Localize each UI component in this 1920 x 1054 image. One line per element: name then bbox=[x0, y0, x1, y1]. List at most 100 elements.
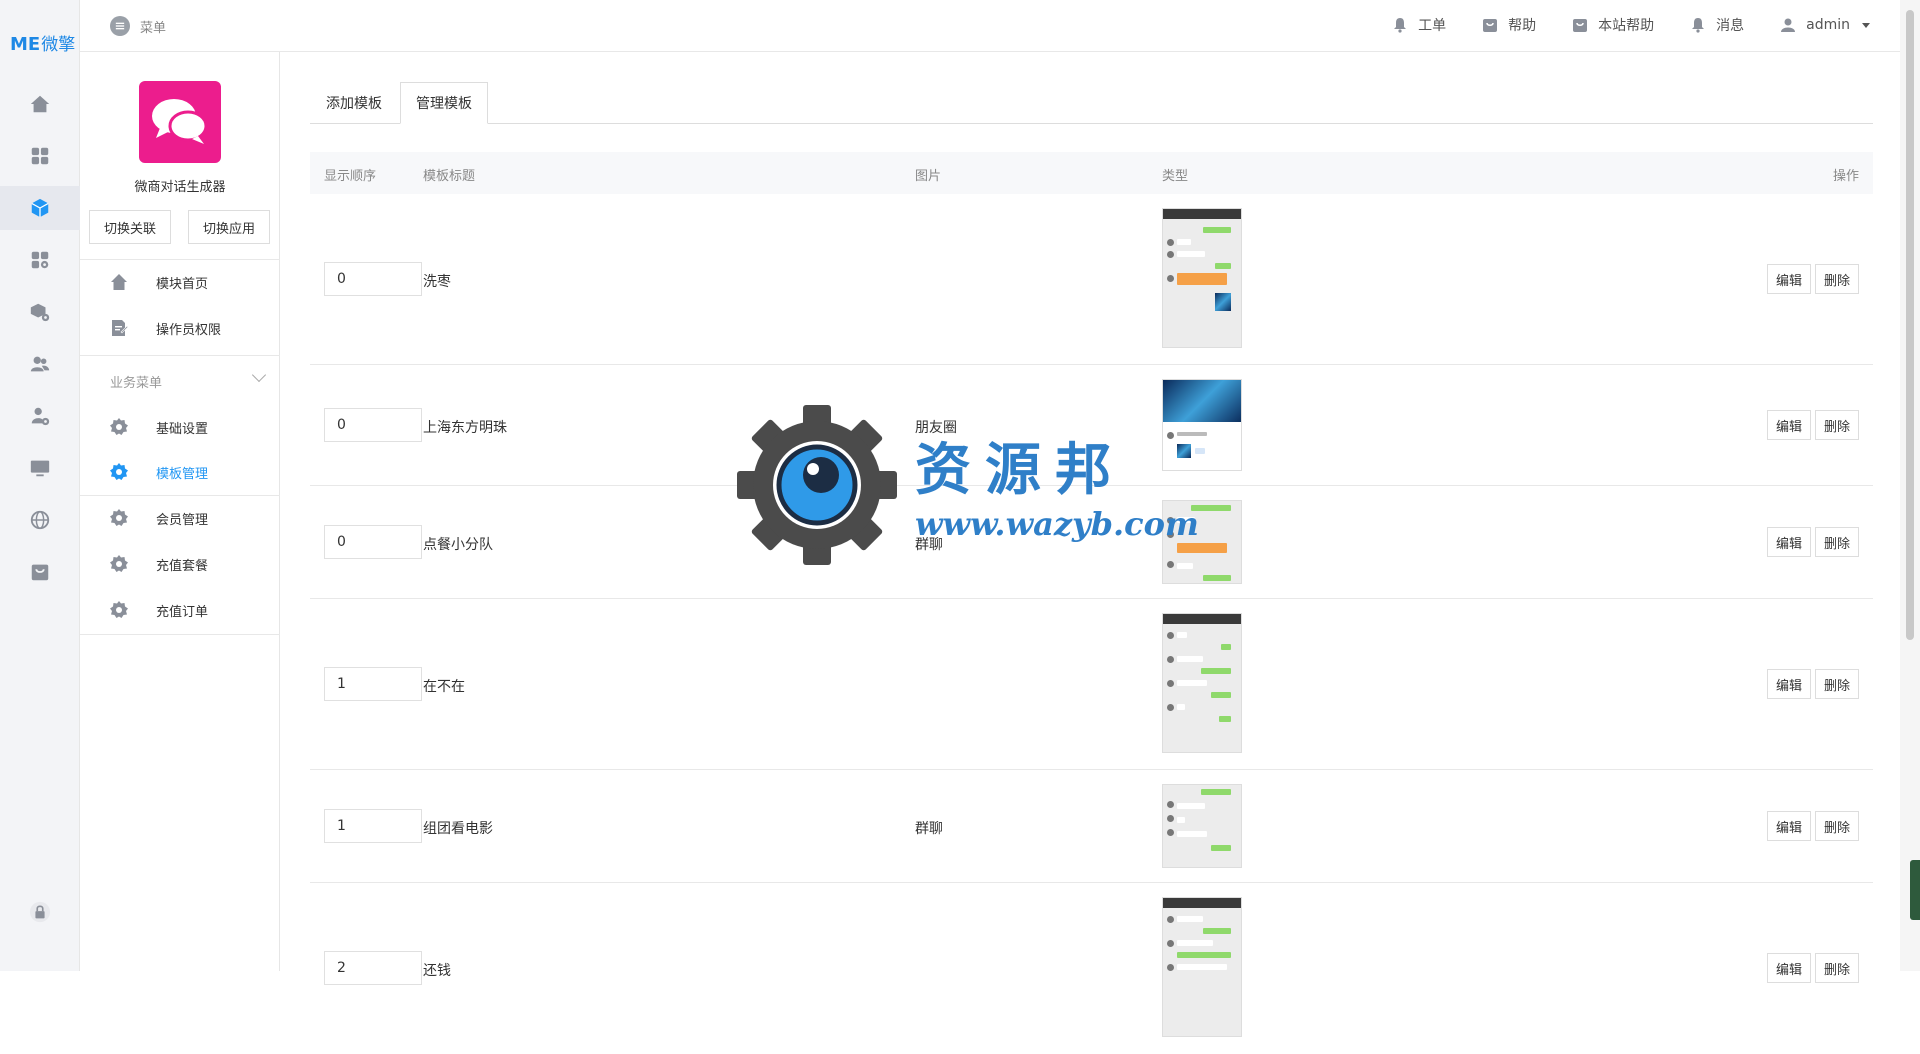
monitor-icon bbox=[30, 460, 50, 477]
rail-apps-grid-icon[interactable] bbox=[0, 134, 80, 178]
switch-app-button[interactable]: 切换应用 bbox=[188, 210, 270, 244]
sidebar-item-label: 会员管理 bbox=[156, 512, 209, 528]
scrollbar-thumb[interactable] bbox=[1906, 10, 1914, 640]
row-actions: 编辑 删除 bbox=[1767, 669, 1859, 699]
sidebar-item-label: 模板管理 bbox=[156, 466, 209, 482]
sidebar-item-template-management[interactable]: 模板管理 bbox=[80, 450, 280, 494]
globe-icon bbox=[30, 510, 50, 530]
sidebar-item-recharge-plans[interactable]: 充值套餐 bbox=[80, 542, 280, 586]
edit-button[interactable]: 编辑 bbox=[1767, 527, 1811, 557]
order-input[interactable]: 1 bbox=[324, 667, 422, 701]
switch-link-button[interactable]: 切换关联 bbox=[89, 210, 171, 244]
gear-icon bbox=[110, 418, 128, 435]
nav-user-menu[interactable]: admin bbox=[1780, 15, 1870, 35]
nav-messages-label: 消息 bbox=[1716, 18, 1745, 34]
delete-button[interactable]: 删除 bbox=[1815, 527, 1859, 557]
top-nav: 工单 帮助 本站帮助 消息 admin bbox=[1392, 15, 1870, 35]
chevron-down-icon[interactable] bbox=[251, 367, 267, 383]
nav-messages[interactable]: 消息 bbox=[1690, 15, 1744, 35]
template-thumbnail[interactable] bbox=[1162, 379, 1242, 471]
order-input[interactable]: 0 bbox=[324, 525, 422, 559]
delete-button[interactable]: 删除 bbox=[1815, 264, 1859, 294]
rail-box-settings-icon[interactable] bbox=[0, 290, 80, 334]
page-scrollbar[interactable] bbox=[1900, 0, 1920, 971]
gear-icon bbox=[110, 509, 128, 526]
lock-icon bbox=[29, 901, 51, 923]
edit-doc-icon bbox=[112, 320, 128, 336]
template-thumbnail[interactable] bbox=[1162, 897, 1242, 1037]
apps-grid-icon bbox=[31, 147, 49, 165]
divider bbox=[80, 355, 280, 356]
order-input[interactable]: 0 bbox=[324, 262, 422, 296]
app-name: 微商对话生成器 bbox=[134, 180, 226, 195]
bag-icon bbox=[31, 564, 49, 581]
delete-button[interactable]: 删除 bbox=[1815, 669, 1859, 699]
table-row: 0 点餐小分队 群聊 编辑 删除 bbox=[310, 486, 1873, 599]
column-header-actions: 操作 bbox=[1832, 169, 1859, 184]
app-icon bbox=[139, 81, 221, 163]
group-title: 业务菜单 bbox=[110, 376, 163, 391]
template-title: 上海东方明珠 bbox=[423, 420, 507, 436]
delete-button[interactable]: 删除 bbox=[1815, 410, 1859, 440]
template-title: 洗枣 bbox=[423, 274, 451, 290]
rail-home-icon[interactable] bbox=[0, 82, 80, 126]
column-header-title: 模板标题 bbox=[423, 169, 476, 184]
template-title: 在不在 bbox=[423, 679, 465, 695]
table-row: 1 组团看电影 群聊 编辑 删除 bbox=[310, 770, 1873, 883]
template-type: 群聊 bbox=[915, 537, 943, 553]
sidebar-item-module-home[interactable]: 模块首页 bbox=[80, 260, 280, 304]
menu-toggle[interactable]: 菜单 bbox=[110, 16, 166, 36]
order-input[interactable]: 2 bbox=[324, 951, 422, 985]
edit-button[interactable]: 编辑 bbox=[1767, 264, 1811, 294]
side-widget-tab[interactable] bbox=[1910, 860, 1920, 920]
sidebar-item-label: 基础设置 bbox=[156, 421, 209, 437]
delete-button[interactable]: 删除 bbox=[1815, 811, 1859, 841]
row-actions: 编辑 删除 bbox=[1767, 953, 1859, 983]
row-actions: 编辑 删除 bbox=[1767, 527, 1859, 557]
rail-globe-icon[interactable] bbox=[0, 498, 80, 542]
order-input[interactable]: 1 bbox=[324, 809, 422, 843]
tab-manage-templates[interactable]: 管理模板 bbox=[400, 82, 488, 124]
edit-button[interactable]: 编辑 bbox=[1767, 410, 1811, 440]
template-thumbnail[interactable] bbox=[1162, 208, 1242, 348]
sidebar-item-basic-settings[interactable]: 基础设置 bbox=[80, 405, 280, 449]
template-type: 群聊 bbox=[915, 821, 943, 837]
icon-rail: ME微擎 bbox=[0, 0, 80, 971]
order-input[interactable]: 0 bbox=[324, 408, 422, 442]
sidebar-item-recharge-orders[interactable]: 充值订单 bbox=[80, 588, 280, 632]
rail-cube-icon[interactable] bbox=[0, 186, 80, 230]
template-thumbnail[interactable] bbox=[1162, 500, 1242, 584]
rail-bag-icon[interactable] bbox=[0, 550, 80, 594]
nav-ticket[interactable]: 工单 bbox=[1392, 15, 1446, 35]
rail-users-icon[interactable] bbox=[0, 342, 80, 386]
main-content: 添加模板 管理模板 显示顺序 模板标题 图片 类型 操作 0 洗枣 编辑 删除 … bbox=[310, 52, 1873, 1037]
tab-add-template[interactable]: 添加模板 bbox=[310, 82, 398, 124]
nav-help-label: 帮助 bbox=[1508, 18, 1537, 34]
template-title: 组团看电影 bbox=[423, 821, 493, 837]
edit-button[interactable]: 编辑 bbox=[1767, 669, 1811, 699]
brand-logo[interactable]: ME微擎 bbox=[10, 30, 75, 55]
cube-icon bbox=[31, 198, 49, 218]
nav-help[interactable]: 帮助 bbox=[1482, 15, 1536, 35]
row-actions: 编辑 删除 bbox=[1767, 264, 1859, 294]
template-thumbnail[interactable] bbox=[1162, 613, 1242, 753]
rail-user-settings-icon[interactable] bbox=[0, 394, 80, 438]
sidebar-item-member-management[interactable]: 会员管理 bbox=[80, 496, 280, 540]
rail-monitor-icon[interactable] bbox=[0, 446, 80, 490]
edit-button[interactable]: 编辑 bbox=[1767, 811, 1811, 841]
gear-icon bbox=[110, 555, 128, 572]
edit-button[interactable]: 编辑 bbox=[1767, 953, 1811, 983]
table-row: 1 在不在 编辑 删除 bbox=[310, 599, 1873, 770]
sidebar-item-operator-permissions[interactable]: 操作员权限 bbox=[80, 306, 280, 350]
menu-icon bbox=[110, 16, 130, 36]
rail-lock-icon[interactable] bbox=[0, 890, 80, 934]
home-icon bbox=[30, 95, 50, 113]
template-title: 点餐小分队 bbox=[423, 537, 493, 553]
delete-button[interactable]: 删除 bbox=[1815, 953, 1859, 983]
rail-apps-settings-icon[interactable] bbox=[0, 238, 80, 282]
nav-site-help[interactable]: 本站帮助 bbox=[1572, 15, 1654, 35]
home-icon bbox=[111, 274, 127, 290]
template-title: 还钱 bbox=[423, 963, 451, 979]
template-thumbnail[interactable] bbox=[1162, 784, 1242, 868]
table-row: 0 上海东方明珠 朋友圈 编辑 删除 bbox=[310, 365, 1873, 486]
